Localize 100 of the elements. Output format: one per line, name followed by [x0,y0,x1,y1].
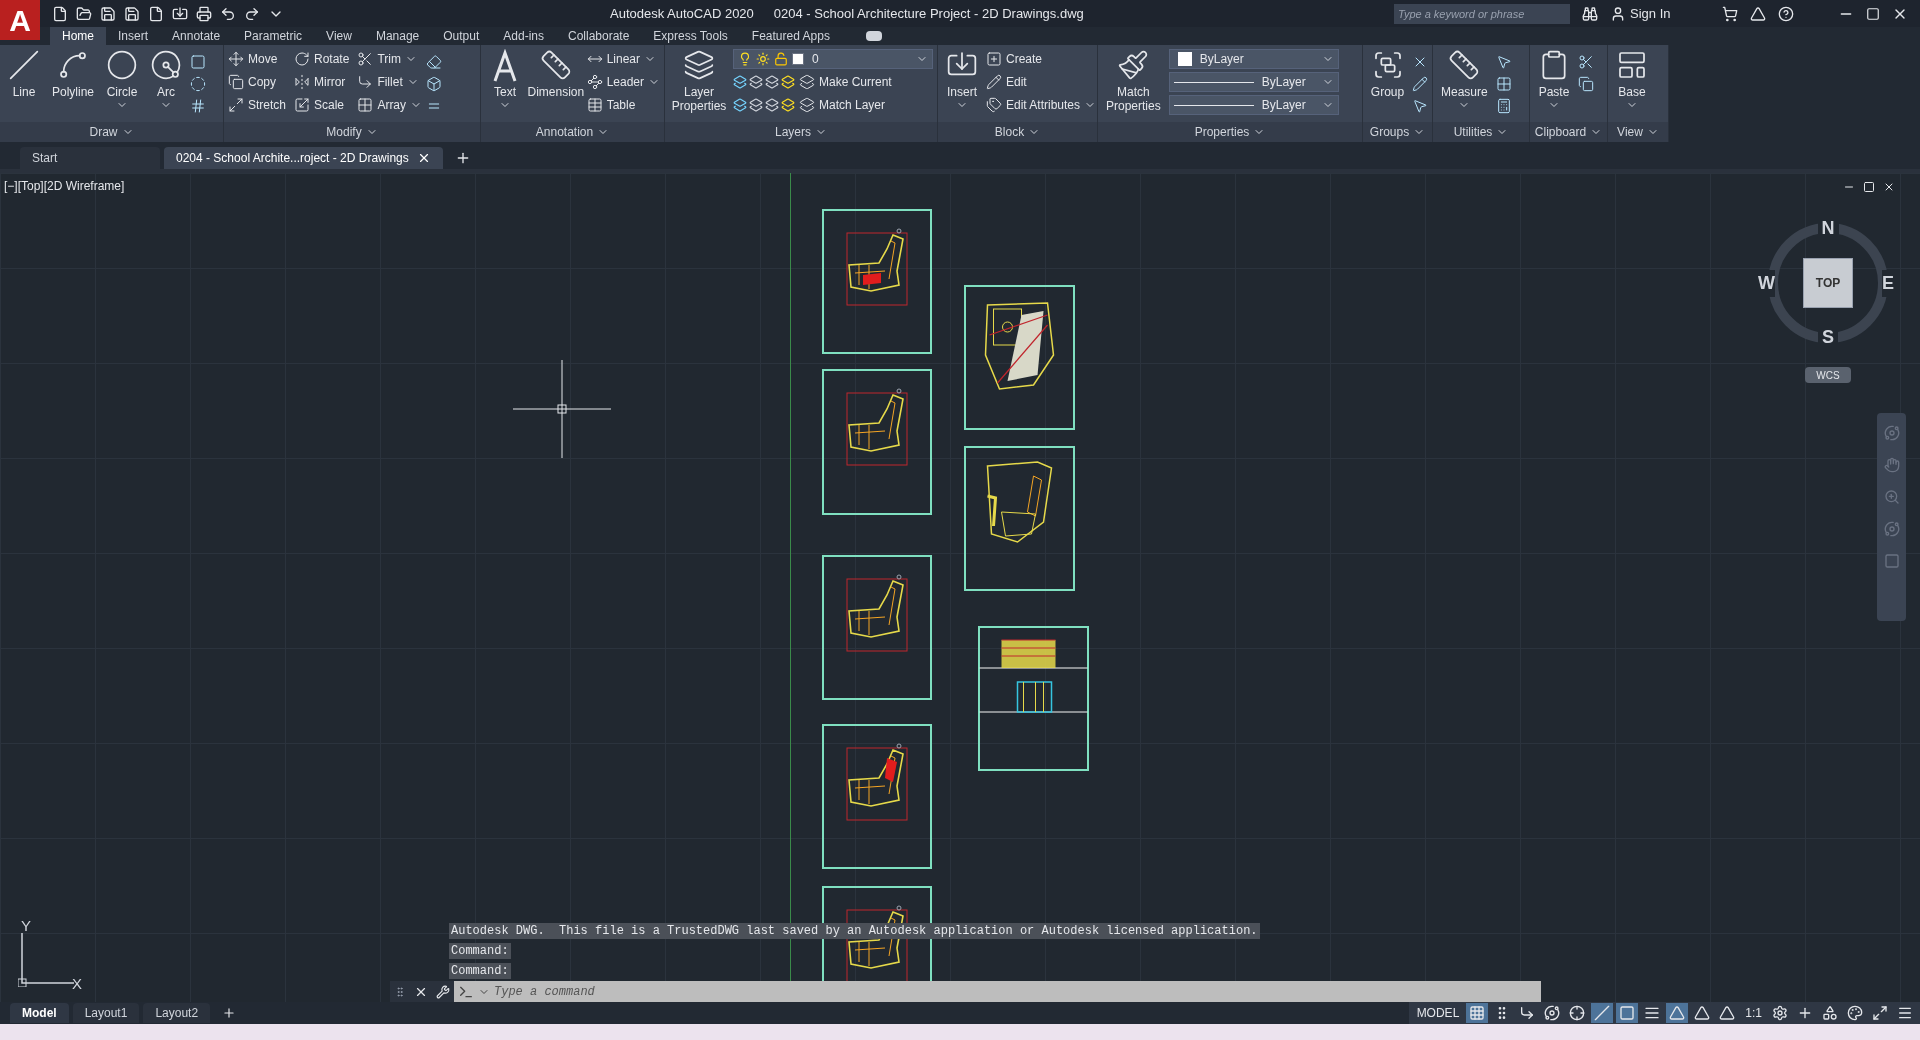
ribbon-tab[interactable]: Express Tools [641,27,740,45]
status-toggle[interactable] [1616,1003,1639,1023]
panel-toggle-icon[interactable] [865,31,882,41]
ribbon-button[interactable]: Polyline [48,49,99,99]
save-icon[interactable] [100,5,116,22]
ribbon-button[interactable]: Layer Properties [669,49,729,113]
ribbon-tab[interactable]: Output [431,27,492,45]
close-icon[interactable] [1883,181,1895,193]
add-layout-icon[interactable] [222,1006,237,1020]
model-space-button[interactable]: MODEL [1412,1004,1464,1022]
fullscreen-icon[interactable] [1872,1005,1888,1021]
ribbon-button[interactable]: Table [586,95,660,115]
status-toggle[interactable] [1466,1003,1489,1023]
ribbon-button[interactable]: Arc [146,49,187,111]
ribbon-button[interactable]: Linear [586,49,660,69]
ribbon-tab[interactable]: Parametric [232,27,315,45]
settings-icon[interactable] [1772,1005,1788,1021]
sign-in-button[interactable]: Sign In [1610,3,1710,24]
close-icon[interactable] [414,985,428,999]
ribbon-button[interactable]: Stretch [228,95,286,115]
ribbon-button[interactable]: Paste [1534,49,1574,111]
layout-tab[interactable]: Model [10,1003,69,1023]
drawing-canvas[interactable]: [−][Top][2D Wireframe] N W TOP E S WCS Y X Autodesk DWG. This file is a TrustedDWG last saved by an Autodesk application or Autodesk licensed application. Command: Command: Type a command [0,169,1920,1002]
wrench-icon[interactable] [436,985,450,999]
ribbon-button[interactable]: Base [1612,49,1652,111]
panel-title[interactable]: Draw [89,123,118,141]
menu-icon[interactable] [1897,1005,1913,1021]
ribbon-tab[interactable]: View [314,27,364,45]
viewport-label[interactable]: [−][Top][2D Wireframe] [4,177,125,195]
file-tab[interactable]: Start [20,147,160,169]
dropdown-field[interactable]: ByLayer [1168,72,1339,92]
compass-east[interactable]: E [1882,269,1894,297]
print-icon[interactable] [196,5,212,22]
triangle-icon[interactable] [1750,5,1766,22]
undo-icon[interactable] [220,5,236,22]
restore-icon[interactable] [1863,181,1875,193]
ribbon-tab[interactable]: Manage [363,27,432,45]
folder-icon[interactable] [76,5,92,22]
ribbon-button[interactable]: Text [485,49,525,111]
panel-title[interactable]: Block [994,123,1025,141]
ribbon-tab[interactable]: Annotate [160,27,233,45]
cart-icon[interactable] [1722,5,1738,22]
ribbon-tab[interactable]: Featured Apps [739,27,842,45]
ribbon-button[interactable]: Circle [102,49,143,111]
ribbon-button[interactable]: Make Current [733,72,933,92]
dropdown-field[interactable]: ByLayer [1168,49,1339,69]
ribbon-button[interactable]: Leader [586,72,660,92]
ribbon-button[interactable]: Match Properties [1102,49,1165,113]
tool-button[interactable] [426,53,443,71]
ribbon-button[interactable]: Copy [228,72,286,92]
layout-tab[interactable]: Layout1 [72,1003,140,1023]
ribbon-button[interactable]: Create [986,49,1097,69]
ribbon-button[interactable]: Measure [1437,49,1492,111]
tool-button[interactable] [1495,53,1512,71]
new-file-icon[interactable] [52,5,68,22]
dropdown-field[interactable]: ByLayer [1168,95,1339,115]
tool-button[interactable] [190,53,207,71]
tool-button[interactable] [1578,53,1594,71]
ribbon-button[interactable]: Edit [986,72,1097,92]
file-tab[interactable]: 0204 - School Archite...roject - 2D Drawings [164,147,443,169]
compass-west[interactable]: W [1758,269,1775,297]
viewcube-face[interactable]: TOP [1803,258,1853,308]
status-toggle[interactable] [1591,1003,1614,1023]
ribbon-tab[interactable]: Insert [106,27,161,45]
ribbon-button[interactable]: Move [228,49,286,69]
ribbon-button[interactable]: Mirror [294,72,350,92]
search-field[interactable]: Type a keyword or phrase [1394,3,1570,24]
dropdown-field[interactable]: 0 [733,49,933,69]
ribbon-button[interactable]: Insert [942,49,982,111]
layout-tab[interactable]: Layout2 [143,1003,211,1023]
panel-title[interactable]: Modify [326,123,362,141]
redo-icon[interactable] [244,5,260,22]
ribbon-button[interactable]: Rotate [294,49,350,69]
ucs-menu[interactable]: WCS [1805,367,1851,383]
tool-button[interactable] [1578,75,1594,93]
annotation-scale[interactable]: 1:1 [1741,1004,1766,1022]
save-as-icon[interactable] [124,5,140,22]
ribbon-button[interactable]: Edit Attributes [986,95,1097,115]
ribbon-button[interactable]: Array [357,95,423,115]
status-toggle[interactable] [1666,1003,1689,1023]
ribbon-button[interactable]: Group [1367,49,1408,99]
ribbon-button[interactable]: Scale [294,95,350,115]
ribbon-button[interactable]: Match Layer [733,95,933,115]
app-menu-button[interactable]: A [0,0,40,40]
restore-icon[interactable] [1866,6,1880,21]
ribbon-tab[interactable]: Home [50,27,106,45]
panel-title[interactable]: Properties [1194,123,1250,141]
binoculars-icon[interactable] [1582,5,1598,22]
panel-title[interactable]: Layers [775,123,811,141]
ribbon-tab[interactable]: Add-ins [491,27,556,45]
ribbon-button[interactable]: Fillet [357,72,423,92]
plus-icon[interactable] [1797,1005,1813,1021]
ribbon-button[interactable]: Dimension [529,49,583,99]
tool-button[interactable] [190,97,207,115]
ribbon-tab[interactable]: Collaborate [556,27,642,45]
command-input[interactable]: Type a command [494,983,1537,1001]
ribbon-button[interactable]: Line [4,49,44,99]
ribbon-button[interactable]: Trim [357,49,423,69]
tool-button[interactable] [1495,97,1512,115]
help-icon[interactable] [1778,5,1794,22]
